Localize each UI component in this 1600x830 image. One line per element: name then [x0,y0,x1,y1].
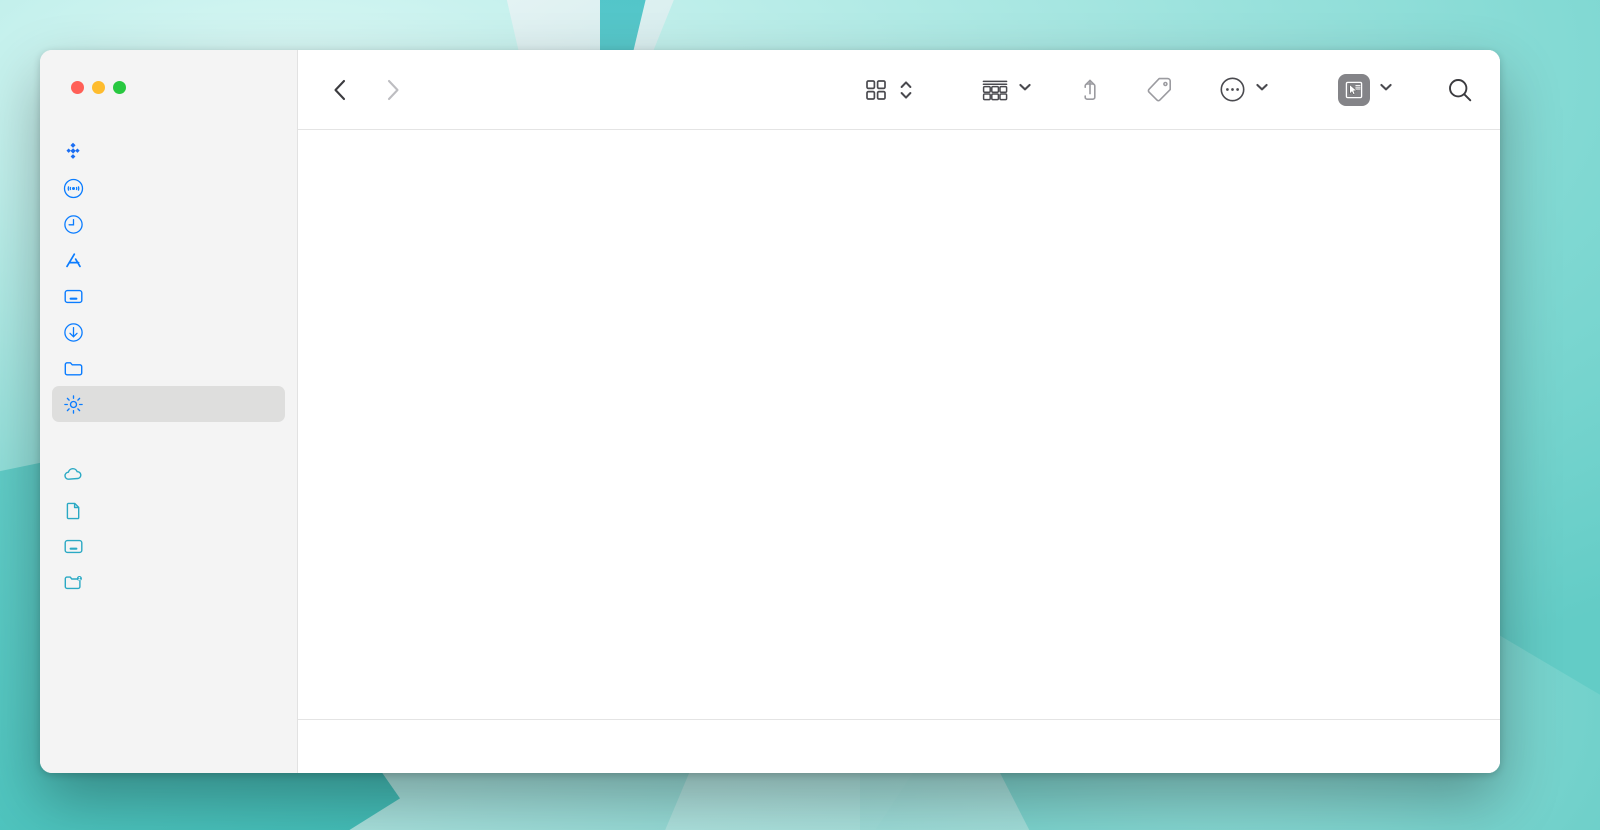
toolbar [298,50,1500,130]
sidebar-item-documents[interactable] [52,492,285,528]
chevron-down-icon[interactable] [1017,79,1033,100]
downloads-icon [62,321,84,343]
more-ellipsis-icon[interactable] [1219,76,1246,103]
sidebar-item-downloads[interactable] [52,314,285,350]
navigation-arrows [326,77,406,103]
tag-button[interactable] [1147,76,1175,104]
status-bar [298,719,1500,773]
zoom-button[interactable] [113,81,126,94]
sidebar [40,50,298,773]
chevron-down-icon[interactable] [1254,79,1270,100]
setapp-icon [62,141,84,163]
finder-window [40,50,1500,773]
sidebar-item-shared[interactable] [52,564,285,600]
document-icon [62,499,84,521]
forward-button[interactable] [380,77,406,103]
sidebar-item-gifs[interactable] [52,386,285,422]
sidebar-item-setapp[interactable] [52,134,285,170]
chevron-down-icon[interactable] [1378,79,1394,100]
search-icon[interactable] [1446,76,1474,104]
cloud-icon [62,463,84,485]
screenshot-app-control[interactable] [1338,73,1394,106]
sidebar-item-recents[interactable] [52,206,285,242]
screenshot-app-icon[interactable] [1338,73,1370,106]
sidebar-item-airdrop[interactable] [52,170,285,206]
sidebar-item-applications[interactable] [52,242,285,278]
file-browser-content[interactable] [298,130,1500,719]
airdrop-icon [62,177,84,199]
applications-icon [62,249,84,271]
share-button[interactable] [1077,76,1103,104]
clock-icon [62,213,84,235]
view-controls [863,77,913,103]
minimize-button[interactable] [92,81,105,94]
desktop-icon [62,535,84,557]
grid-view-icon[interactable] [863,77,889,103]
group-by-control[interactable] [981,77,1033,103]
close-button[interactable] [71,81,84,94]
back-button[interactable] [326,77,352,103]
traffic-lights [40,50,297,94]
sidebar-item-desktop-icloud[interactable] [52,528,285,564]
gear-folder-icon [62,393,84,415]
sidebar-item-icloud-drive[interactable] [52,456,285,492]
sidebar-item-on-my-mac[interactable] [52,350,285,386]
shared-folder-icon [62,571,84,593]
up-down-stepper-icon[interactable] [899,77,913,103]
desktop-icon [62,285,84,307]
group-by-icon[interactable] [981,77,1009,103]
more-actions-control[interactable] [1219,76,1270,103]
sidebar-item-desktop[interactable] [52,278,285,314]
file-grid [298,130,1500,156]
main-pane [298,50,1500,773]
folder-icon [62,357,84,379]
